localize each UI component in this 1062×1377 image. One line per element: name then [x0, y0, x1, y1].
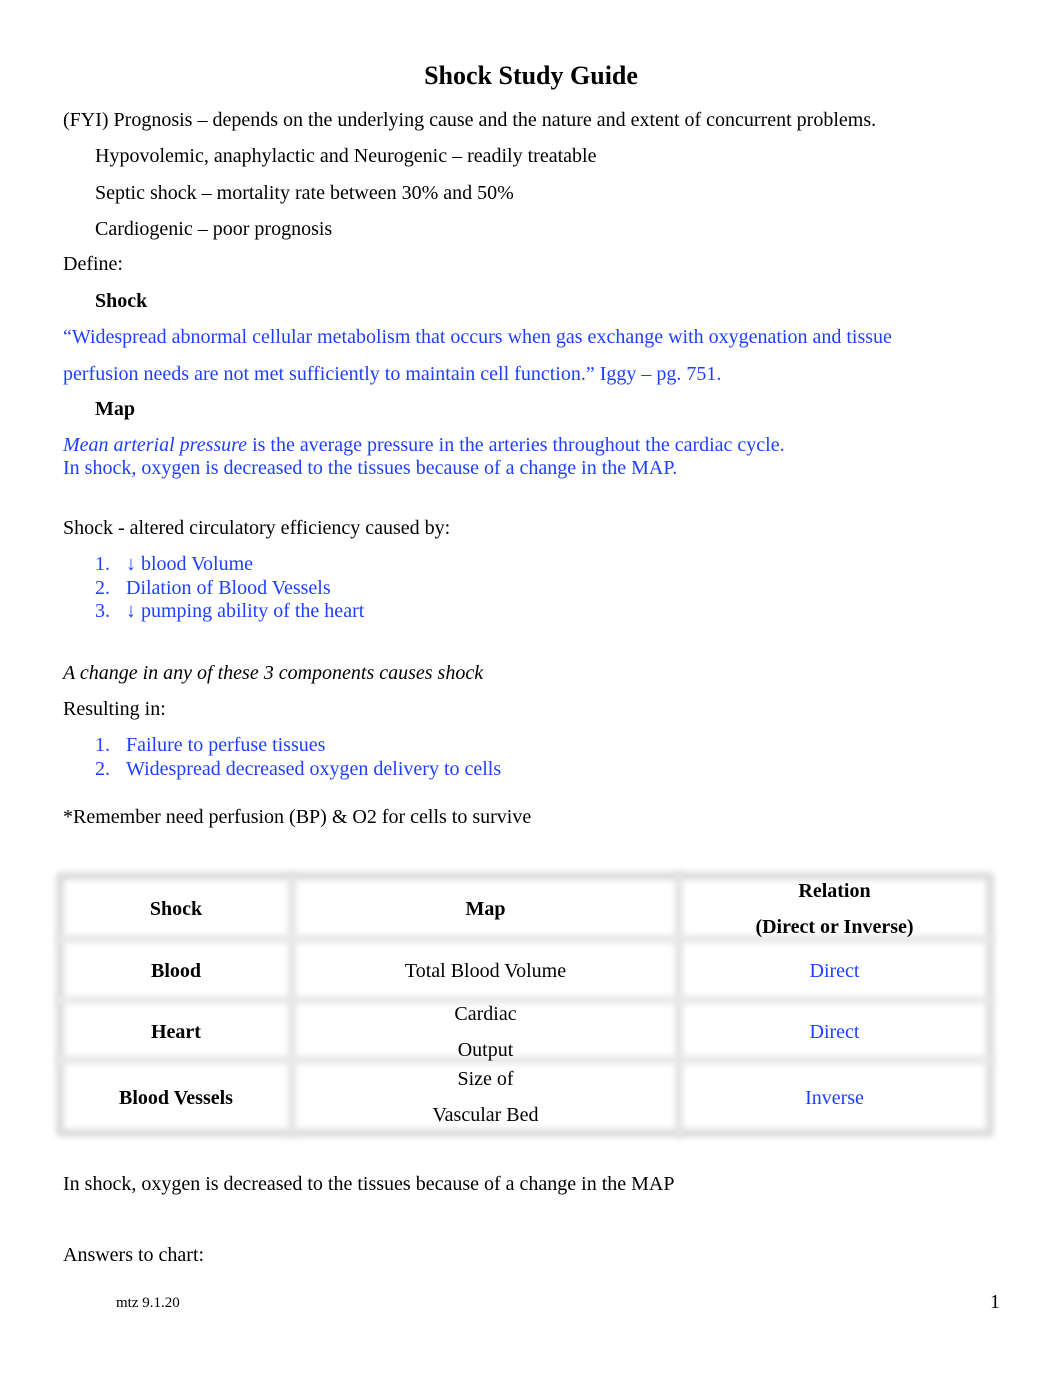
- page-number: 1: [990, 1291, 1000, 1313]
- causes-intro: Shock - altered circulatory efficiency c…: [63, 517, 451, 539]
- prognosis-intro: (FYI) Prognosis – depends on the underly…: [63, 109, 877, 131]
- table-cell-shock: Heart: [151, 1021, 201, 1043]
- table-cell-map: Cardiac Output: [454, 1003, 517, 1061]
- table-divider: [288, 872, 296, 1137]
- table-cell-map: Size of Vascular Bed: [432, 1068, 539, 1126]
- define-label: Define:: [63, 253, 123, 275]
- table-cell-shock: Blood Vessels: [119, 1087, 233, 1109]
- map-definition: Mean arterial pressure is the average pr…: [63, 434, 785, 457]
- change-note: A change in any of these 3 components ca…: [63, 662, 484, 684]
- prognosis-item: Cardiogenic – poor prognosis: [95, 218, 333, 240]
- table-header-relation: Relation (Direct or Inverse): [755, 880, 914, 938]
- list-item: 3. ↓ pumping ability of the heart: [95, 600, 365, 622]
- list-item: 1. ↓ blood Volume: [95, 553, 254, 575]
- table-header-map: Map: [465, 898, 506, 920]
- map-heading: Map: [95, 398, 135, 420]
- resulting-list: 1. Failure to perfuse tissues 2. Widesprea…: [95, 734, 695, 781]
- causes-list: 1. ↓ blood Volume 2. Dilation of Blood Ves…: [95, 553, 695, 624]
- footer-note: mtz 9.1.20: [116, 1295, 180, 1311]
- table-cell-relation: Direct: [809, 960, 860, 982]
- list-item: 1. Failure to perfuse tissues: [95, 734, 326, 756]
- prognosis-item: Septic shock – mortality rate between 30…: [95, 182, 514, 204]
- list-item: 2. Widespread decreased oxygen delivery t…: [95, 757, 502, 780]
- table-cell-shock: Blood: [150, 960, 202, 982]
- remember-note: *Remember need perfusion (BP) & O2 for c…: [63, 806, 532, 828]
- map-term: Mean arterial pressure: [63, 434, 248, 456]
- table-cell-map: Total Blood Volume: [404, 960, 567, 982]
- table-divider: [675, 872, 683, 1137]
- map-definition-line2: In shock, oxygen is decreased to the tis…: [63, 457, 678, 479]
- table-header-shock: Shock: [149, 898, 203, 920]
- map-definition-text: is the average pressure in the arteries …: [247, 434, 785, 456]
- shock-map-table: Shock Map Relation (Direct or Inverse) B…: [56, 872, 994, 1137]
- answers-label: Answers to chart:: [63, 1244, 205, 1266]
- shock-definition-line: perfusion needs are not met sufficiently…: [63, 363, 722, 385]
- after-table-note: In shock, oxygen is decreased to the tis…: [63, 1173, 675, 1195]
- table-cell-relation: Direct: [809, 1021, 860, 1043]
- shock-definition-line: “Widespread abnormal cellular metabolism…: [63, 326, 892, 348]
- resulting-intro: Resulting in:: [63, 698, 166, 720]
- prognosis-item: Hypovolemic, anaphylactic and Neurogenic…: [95, 145, 597, 167]
- table-cell-relation: Inverse: [805, 1087, 864, 1109]
- shock-heading: Shock: [95, 290, 148, 312]
- page-title: Shock Study Guide: [424, 61, 638, 90]
- list-item: 2. Dilation of Blood Vessels: [95, 576, 331, 599]
